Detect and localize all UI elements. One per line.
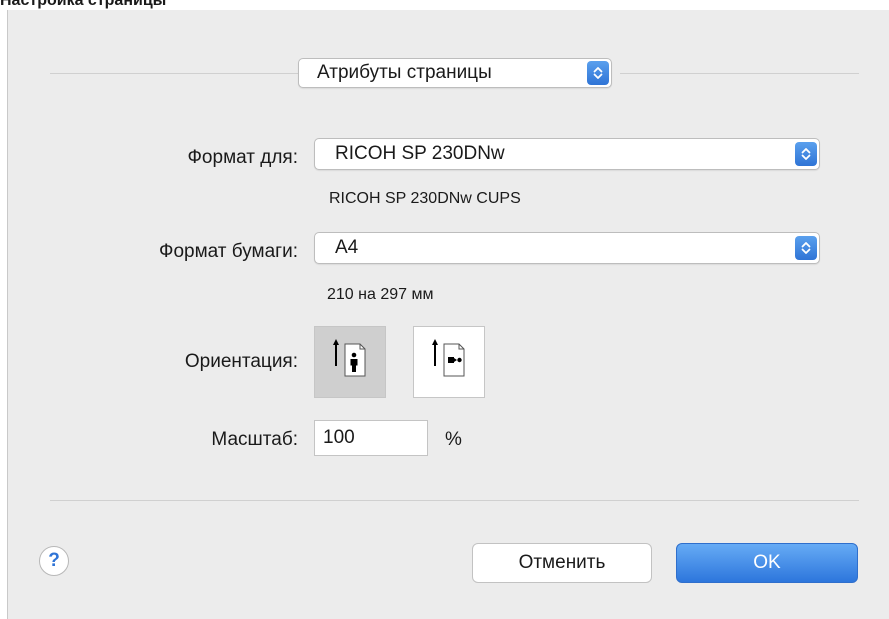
top-separator-right [620, 73, 859, 74]
ok-button[interactable]: OK [676, 543, 858, 583]
landscape-orientation-button[interactable] [413, 326, 485, 398]
orientation-label: Ориентация: [184, 351, 298, 372]
paper-size-value: A4 [335, 237, 359, 258]
paper-size-popup[interactable]: A4 [314, 232, 820, 264]
scale-unit: % [445, 429, 462, 450]
bottom-separator [50, 500, 859, 501]
scale-label: Масштаб: [211, 429, 298, 450]
help-button[interactable]: ? [39, 546, 69, 576]
format-for-label: Формат для: [187, 147, 298, 168]
format-for-description: RICOH SP 230DNw CUPS [329, 190, 521, 207]
paper-size-label: Формат бумаги: [159, 241, 298, 262]
scale-input[interactable]: 100 [314, 420, 428, 456]
format-for-popup[interactable]: RICOH SP 230DNw [314, 138, 820, 170]
up-down-arrows-icon [795, 142, 817, 166]
page-setup-sheet: Атрибуты страницы Формат для: RICOH SP 2… [7, 10, 889, 619]
settings-menu-popup[interactable]: Атрибуты страницы [298, 58, 612, 88]
up-down-arrows-icon [587, 61, 609, 85]
portrait-orientation-button[interactable] [314, 326, 386, 398]
top-separator-left [50, 73, 298, 74]
portrait-orientation-icon [328, 338, 372, 387]
paper-size-description: 210 на 297 мм [327, 286, 434, 303]
settings-menu-value: Атрибуты страницы [317, 62, 492, 83]
cancel-button[interactable]: Отменить [472, 543, 652, 583]
landscape-orientation-icon [427, 338, 471, 387]
up-down-arrows-icon [795, 236, 817, 260]
format-for-value: RICOH SP 230DNw [335, 143, 505, 164]
